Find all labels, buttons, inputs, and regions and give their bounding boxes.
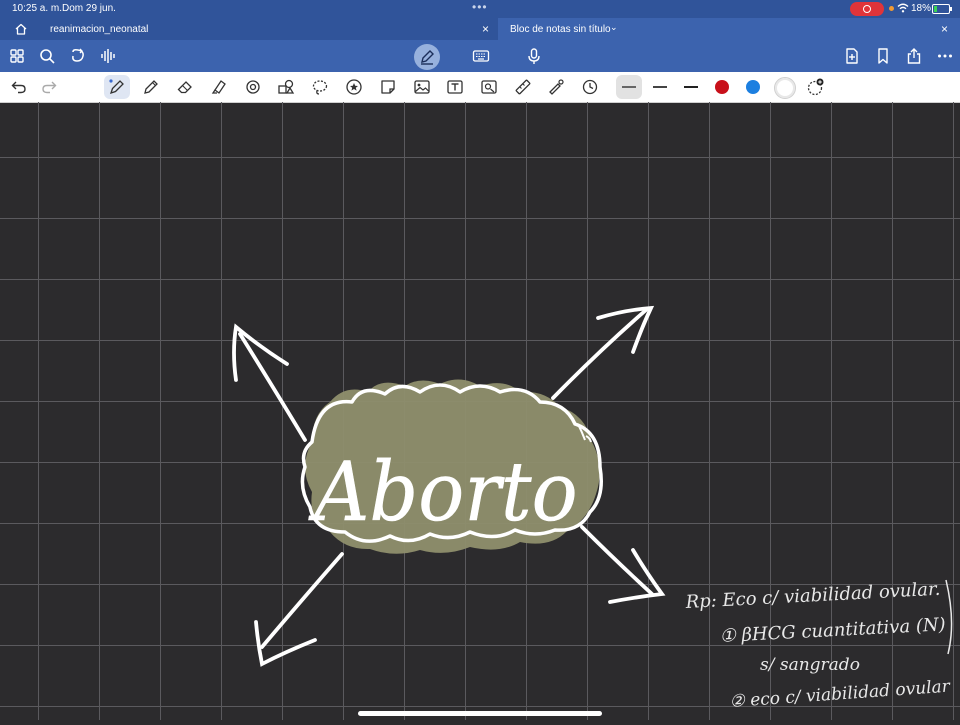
search-icon[interactable]	[38, 47, 56, 65]
lasso-icon[interactable]	[311, 78, 329, 96]
app-bar	[0, 40, 960, 72]
highlighter-icon[interactable]	[210, 78, 228, 96]
sticker-icon[interactable]	[345, 78, 363, 96]
stroke-medium-button[interactable]	[653, 86, 667, 88]
mic-indicator-icon	[889, 6, 894, 11]
shapes-icon[interactable]	[277, 78, 295, 96]
pencil-icon[interactable]	[142, 78, 160, 96]
fountain-pen-icon[interactable]	[108, 78, 126, 96]
home-indicator[interactable]	[358, 711, 602, 716]
status-time: 10:25 a. m.	[12, 3, 63, 14]
history-icon[interactable]	[581, 78, 599, 96]
color-blue-swatch[interactable]	[746, 80, 760, 94]
status-bar: 10:25 a. m. Dom 29 jun. ••• 18%	[0, 0, 960, 18]
status-date: Dom 29 jun.	[62, 3, 116, 14]
eraser-icon[interactable]	[176, 78, 194, 96]
bookmark-icon[interactable]	[874, 47, 892, 65]
close-icon[interactable]: ×	[482, 22, 489, 36]
text-icon[interactable]	[446, 78, 464, 96]
tab-bloc-de-notas[interactable]: Bloc de notas sin título ⌄ ×	[498, 18, 960, 40]
tab-bar: reanimacion_neonatal × Bloc de notas sin…	[0, 18, 960, 40]
more-icon[interactable]	[936, 47, 954, 65]
grid-icon[interactable]	[8, 47, 26, 65]
stroke-thin-button[interactable]	[622, 86, 636, 88]
image-icon[interactable]	[413, 78, 431, 96]
tab-label: reanimacion_neonatal	[50, 24, 149, 35]
battery-percent: 18%	[911, 3, 932, 14]
add-color-icon[interactable]	[806, 78, 824, 96]
redo-icon[interactable]	[40, 78, 58, 96]
laser-pointer-icon[interactable]	[547, 78, 565, 96]
pencil-mode-icon	[421, 50, 434, 65]
note-icon[interactable]	[379, 78, 397, 96]
color-white-swatch[interactable]	[774, 77, 796, 99]
share-icon[interactable]	[905, 47, 923, 65]
battery-icon	[932, 4, 950, 14]
shape-icon[interactable]	[244, 78, 262, 96]
chevron-down-icon[interactable]: ⌄	[610, 22, 618, 33]
note-line-3: s/ sangrado	[760, 655, 860, 675]
home-icon[interactable]	[14, 22, 28, 36]
pencil-mode-button[interactable]	[414, 44, 440, 70]
camera-icon[interactable]	[480, 78, 498, 96]
canvas-drawing[interactable]: Aborto Rp: Eco c/ viabilidad ovular. ① β…	[0, 102, 960, 720]
multitasking-dots-icon[interactable]: •••	[472, 0, 488, 14]
add-page-icon[interactable]	[843, 47, 861, 65]
tab-label: Bloc de notas sin título	[510, 24, 611, 35]
undo-icon[interactable]	[10, 78, 28, 96]
stroke-thick-button[interactable]	[684, 86, 698, 88]
color-red-swatch[interactable]	[715, 80, 729, 94]
lasso-share-icon[interactable]	[69, 47, 87, 65]
ruler-icon[interactable]	[514, 78, 532, 96]
screen-record-icon[interactable]	[850, 2, 884, 16]
wifi-icon	[897, 3, 909, 13]
tab-reanimacion-neonatal[interactable]: reanimacion_neonatal ×	[0, 18, 498, 40]
note-canvas[interactable]: Aborto Rp: Eco c/ viabilidad ovular. ① β…	[0, 102, 960, 720]
drawing-toolbar	[0, 72, 960, 103]
microphone-icon[interactable]	[525, 47, 543, 65]
close-icon[interactable]: ×	[941, 22, 948, 36]
keyboard-icon[interactable]	[472, 47, 490, 65]
audio-wave-icon[interactable]	[99, 47, 117, 65]
center-word: Aborto	[307, 443, 577, 539]
